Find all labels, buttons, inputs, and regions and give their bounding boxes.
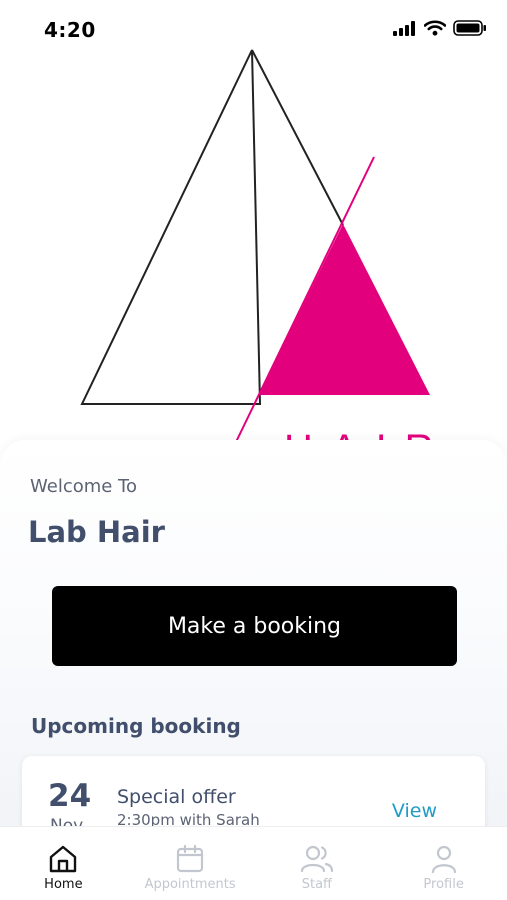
booking-title: Special offer [117,786,236,808]
wifi-icon [424,20,446,36]
tab-staff[interactable]: Staff [254,827,381,900]
tab-home-label: Home [44,877,83,892]
signal-icon [393,20,415,36]
tab-appointments[interactable]: Appointments [127,827,254,900]
calendar-icon [177,844,204,873]
make-booking-button[interactable]: Make a booking [52,586,457,666]
status-time: 4:20 [44,18,96,42]
staff-icon [300,845,333,873]
profile-icon [431,845,456,874]
upcoming-booking-title: Upcoming booking [31,714,241,738]
tab-home[interactable]: Home [0,827,127,900]
welcome-label: Welcome To [30,476,138,497]
booking-day: 24 [48,778,92,814]
tab-appointments-label: Appointments [144,877,236,892]
tab-bar: Home Appointments Staff Profile [0,826,507,900]
tab-profile[interactable]: Profile [380,827,507,900]
tab-profile-label: Profile [423,877,464,892]
logo-accent-triangle [259,224,430,395]
logo-outline-triangle-edge [251,49,344,226]
logo-outline-triangle [80,49,262,405]
salon-name: Lab Hair [28,515,165,549]
view-booking-link[interactable]: View [392,800,437,822]
home-icon [50,845,77,873]
status-bar: 4:20 [0,0,507,60]
hero-logo: HAIR [0,0,507,460]
battery-icon [453,20,486,36]
tab-staff-label: Staff [301,877,333,892]
status-icons [393,20,487,36]
